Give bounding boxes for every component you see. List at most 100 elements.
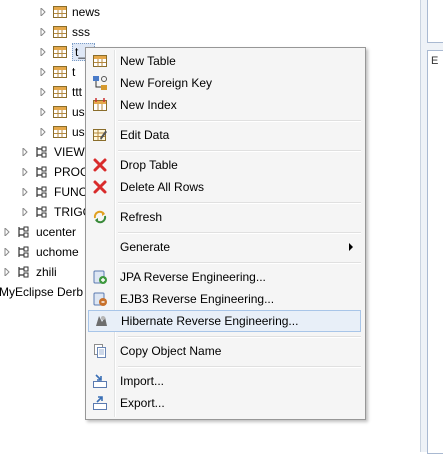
index-icon [88, 94, 112, 116]
tree-item-label: sss [72, 25, 90, 39]
copy-icon [88, 340, 112, 362]
menu-item-label: EJB3 Reverse Engineering... [120, 292, 275, 306]
menu-item-new-index[interactable]: New Index [88, 94, 361, 116]
tree-item-label: MyEclipse Derb [0, 285, 84, 299]
expand-arrow-icon[interactable] [2, 247, 12, 257]
panel-frame [427, 50, 443, 454]
hibernate-icon [89, 310, 113, 332]
menu-separator [118, 202, 361, 204]
expand-arrow-icon[interactable] [20, 147, 30, 157]
menu-item-export[interactable]: Export... [88, 392, 361, 414]
menu-separator [118, 120, 361, 122]
export-icon [88, 392, 112, 414]
tree-item-folder[interactable]: TRIGG [20, 202, 92, 222]
menu-item-copy-object-name[interactable]: Copy Object Name [88, 340, 361, 362]
menu-item-import[interactable]: Import... [88, 370, 361, 392]
red-x-icon [88, 154, 112, 176]
tree-item-table[interactable]: news [38, 2, 100, 22]
expand-arrow-icon[interactable] [20, 187, 30, 197]
tree-item-schema[interactable]: zhili [2, 262, 57, 282]
menu-separator [118, 366, 361, 368]
import-icon [88, 370, 112, 392]
expand-arrow-icon[interactable] [20, 207, 30, 217]
tree-item-label: PROC [54, 165, 89, 179]
menu-item-label: Generate [120, 240, 171, 254]
menu-item-hibernate-reverse-engineering[interactable]: Hibernate Reverse Engineering... [88, 310, 361, 332]
expand-arrow-icon[interactable] [38, 67, 48, 77]
menu-item-jpa-reverse-engineering[interactable]: JPA Reverse Engineering... [88, 266, 361, 288]
tree-item-table[interactable]: sss [38, 22, 90, 42]
tree-item-folder[interactable]: PROC [20, 162, 89, 182]
tree-item-label: zhili [36, 265, 57, 279]
menu-item-label: Drop Table [120, 158, 178, 172]
table-icon [52, 64, 68, 80]
tree-folder-icon [34, 184, 50, 200]
menu-item-edit-data[interactable]: Edit Data [88, 124, 361, 146]
tree-item-label: ucenter [36, 225, 77, 239]
menu-item-label: Export... [120, 396, 165, 410]
ejb3-icon [88, 288, 112, 310]
tree-item-label: news [72, 5, 101, 19]
table-icon [52, 124, 68, 140]
menu-item-new-foreign-key[interactable]: New Foreign Key [88, 72, 361, 94]
menu-item-label: New Table [120, 54, 176, 68]
tree-item-table[interactable]: us [38, 122, 85, 142]
expand-arrow-icon[interactable] [2, 267, 12, 277]
empty-icon-slot [88, 236, 112, 258]
context-menu: New Table New Foreign Key New Index Edit… [85, 47, 366, 420]
expand-arrow-icon[interactable] [38, 87, 48, 97]
tree-item-schema[interactable]: uchome [2, 242, 79, 262]
tree-item-label: FUNC [54, 185, 88, 199]
menu-item-new-table[interactable]: New Table [88, 50, 361, 72]
menu-separator [118, 262, 361, 264]
menu-item-label: New Index [120, 98, 177, 112]
menu-item-label: Import... [120, 374, 165, 388]
expand-arrow-icon[interactable] [38, 7, 48, 17]
expand-arrow-icon[interactable] [20, 167, 30, 177]
tree-item-connection[interactable]: MyEclipse Derb [0, 282, 83, 302]
menu-separator [118, 150, 361, 152]
adjacent-view-panel: E [420, 0, 443, 454]
submenu-arrow-icon [349, 243, 353, 251]
menu-item-generate[interactable]: Generate [88, 236, 361, 258]
menu-item-drop-table[interactable]: Drop Table [88, 154, 361, 176]
menu-item-label: Copy Object Name [120, 344, 222, 358]
jpa-icon [88, 266, 112, 288]
tree-item-folder[interactable]: VIEW [20, 142, 85, 162]
menu-item-label: Edit Data [120, 128, 170, 142]
tree-folder-icon [34, 164, 50, 180]
tree-folder-icon [16, 224, 32, 240]
menu-item-ejb3-reverse-engineering[interactable]: EJB3 Reverse Engineering... [88, 288, 361, 310]
table-icon [52, 104, 68, 120]
tree-item-label: t [72, 65, 76, 79]
tree-item-folder[interactable]: FUNC [20, 182, 87, 202]
tree-item-label: VIEW [54, 145, 85, 159]
menu-item-label: New Foreign Key [120, 76, 213, 90]
tree-item-table[interactable]: us [38, 102, 85, 122]
tree-folder-icon [34, 204, 50, 220]
table-icon [52, 84, 68, 100]
menu-separator [118, 232, 361, 234]
tree-item-label: uchome [36, 245, 79, 259]
expand-arrow-icon[interactable] [38, 27, 48, 37]
expand-arrow-icon[interactable] [38, 127, 48, 137]
menu-item-label: JPA Reverse Engineering... [120, 270, 266, 284]
table-icon [52, 4, 68, 20]
menu-item-label: Hibernate Reverse Engineering... [121, 314, 299, 328]
tree-item-label: us [72, 105, 85, 119]
expand-arrow-icon[interactable] [38, 107, 48, 117]
menu-item-refresh[interactable]: Refresh [88, 206, 361, 228]
tree-item-label: ttt [72, 85, 83, 99]
tree-item-label: us [72, 125, 85, 139]
table-icon [52, 44, 68, 60]
menu-separator [118, 336, 361, 338]
tree-item-schema[interactable]: ucenter [2, 222, 76, 242]
menu-item-delete-all-rows[interactable]: Delete All Rows [88, 176, 361, 198]
tree-folder-icon [16, 264, 32, 280]
red-x-icon [88, 176, 112, 198]
tree-item-table[interactable]: t [38, 62, 75, 82]
tree-item-table[interactable]: ttt [38, 82, 82, 102]
expand-arrow-icon[interactable] [38, 47, 48, 57]
expand-arrow-icon[interactable] [2, 227, 12, 237]
table-icon [88, 50, 112, 72]
